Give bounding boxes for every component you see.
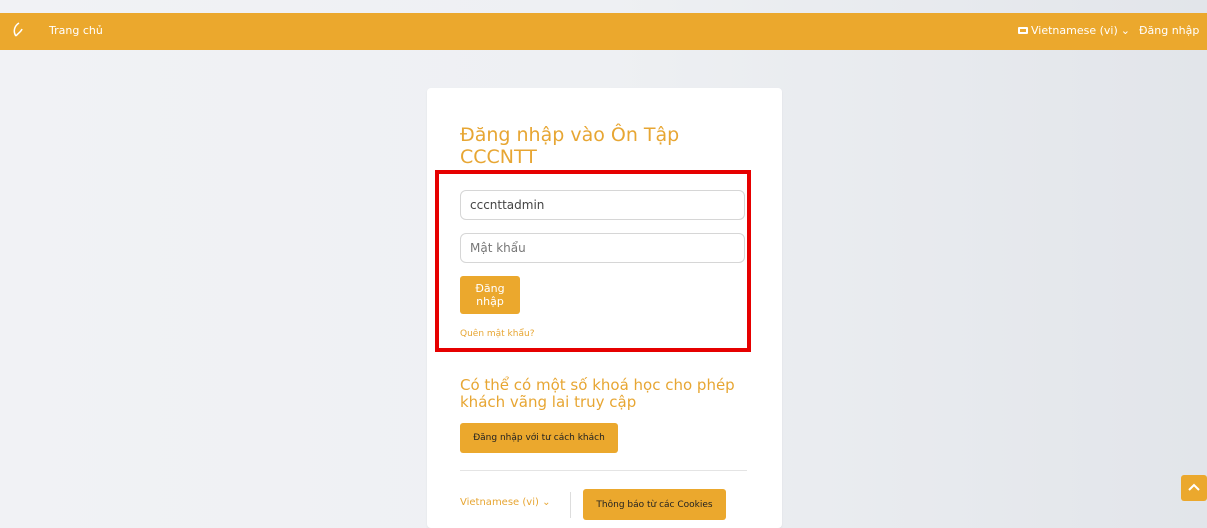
language-flag-icon: [1018, 27, 1028, 34]
forgot-password-link[interactable]: Quên mật khẩu?: [460, 329, 534, 339]
login-link[interactable]: Đăng nhập: [1139, 24, 1199, 37]
language-label: Vietnamese (vi): [1031, 24, 1118, 37]
scroll-top-button[interactable]: [1181, 475, 1207, 501]
footer-language-dropdown[interactable]: Vietnamese (vi) ⌄: [460, 497, 550, 508]
footer-language-label: Vietnamese (vi): [460, 497, 539, 508]
username-input[interactable]: [460, 190, 745, 220]
login-card: Đăng nhập vào Ôn Tập CCCNTT Đăng nhập Qu…: [427, 88, 782, 528]
chevron-down-icon: ⌄: [542, 497, 551, 508]
chevron-down-icon: ⌄: [1120, 24, 1130, 37]
language-dropdown[interactable]: Vietnamese (vi) ⌄: [1018, 24, 1130, 37]
top-navbar: Trang chủ Vietnamese (vi) ⌄ Đăng nhập: [0, 13, 1207, 50]
brand-logo-icon[interactable]: [10, 21, 24, 39]
login-button[interactable]: Đăng nhập: [460, 276, 520, 314]
divider: [460, 470, 747, 471]
page-title: Đăng nhập vào Ôn Tập CCCNTT: [460, 124, 680, 168]
nav-home-link[interactable]: Trang chủ: [49, 24, 103, 37]
chevron-up-icon: [1188, 483, 1200, 491]
guest-access-text: Có thể có một số khoá học cho phép khách…: [460, 376, 735, 411]
guest-login-button[interactable]: Đăng nhập với tư cách khách: [460, 423, 618, 453]
footer-separator: [570, 492, 571, 518]
cookies-notice-button[interactable]: Thông báo từ các Cookies: [583, 489, 726, 520]
password-input[interactable]: [460, 233, 745, 263]
